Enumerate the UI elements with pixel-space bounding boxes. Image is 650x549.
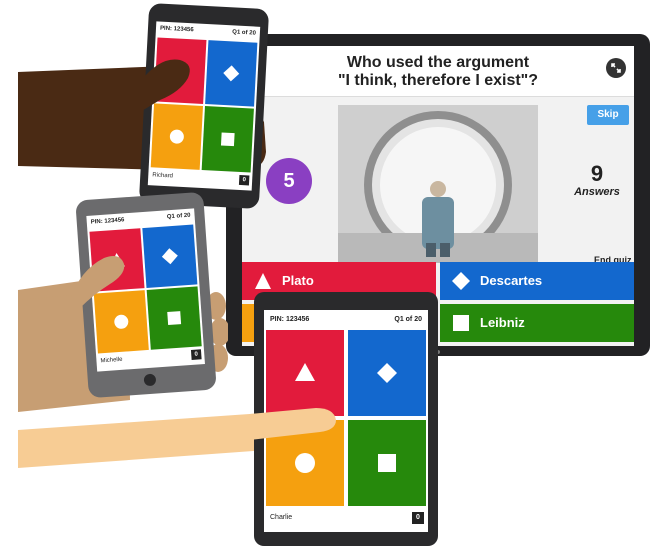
question-image [338, 105, 538, 263]
question-number: Q1 of 20 [166, 212, 191, 221]
square-icon [453, 315, 469, 331]
answer-label: Plato [282, 273, 314, 288]
player-name: Charlie [270, 514, 293, 521]
light-finger-illustration [250, 408, 336, 440]
fullscreen-icon[interactable] [606, 58, 626, 78]
game-pin: PIN: 123456 [90, 217, 125, 226]
home-button-icon[interactable] [141, 371, 158, 388]
question-header: Who used the argument "I think, therefor… [242, 46, 634, 97]
square-icon [167, 311, 182, 326]
question-line-2: "I think, therefore I exist"? [337, 72, 539, 89]
answer-tile-green[interactable] [146, 286, 202, 350]
answers-counter: 9 Answers [562, 161, 632, 199]
question-text: Who used the argument "I think, therefor… [302, 54, 574, 90]
diamond-icon [377, 363, 397, 383]
answers-count: 9 [590, 161, 604, 186]
skip-button[interactable]: Skip [587, 105, 629, 125]
tan-thumb-illustration [70, 256, 125, 308]
question-line-1: Who used the argument [346, 54, 530, 71]
player-name: Michelle [100, 356, 123, 365]
triangle-icon [255, 273, 271, 289]
answer-option-leibniz[interactable]: Leibniz [440, 304, 634, 342]
answer-option-descartes[interactable]: Descartes [440, 262, 634, 300]
player-score: 0 [238, 174, 250, 186]
question-number: Q1 of 20 [394, 316, 422, 323]
player-score: 0 [412, 512, 424, 524]
answer-label: Leibniz [480, 315, 525, 330]
question-number: Q1 of 20 [232, 29, 257, 37]
game-pin: PIN: 123456 [159, 25, 194, 34]
answer-tile-green[interactable] [348, 420, 426, 506]
game-pin: PIN: 123456 [270, 316, 310, 323]
square-icon [378, 454, 396, 472]
answer-tile-blue[interactable] [348, 330, 426, 416]
answer-tile-blue[interactable] [142, 224, 198, 288]
player-name: Richard [152, 172, 174, 180]
answer-tile-green[interactable] [201, 106, 254, 173]
diamond-icon [161, 248, 178, 265]
player-score: 0 [190, 349, 202, 360]
answer-tile-blue[interactable] [205, 40, 258, 107]
answer-label: Descartes [480, 273, 543, 288]
dark-thumb-illustration [140, 59, 190, 112]
square-icon [220, 132, 235, 147]
diamond-icon [452, 272, 470, 290]
diamond-icon [223, 65, 240, 82]
answers-label: Answers [574, 186, 620, 198]
